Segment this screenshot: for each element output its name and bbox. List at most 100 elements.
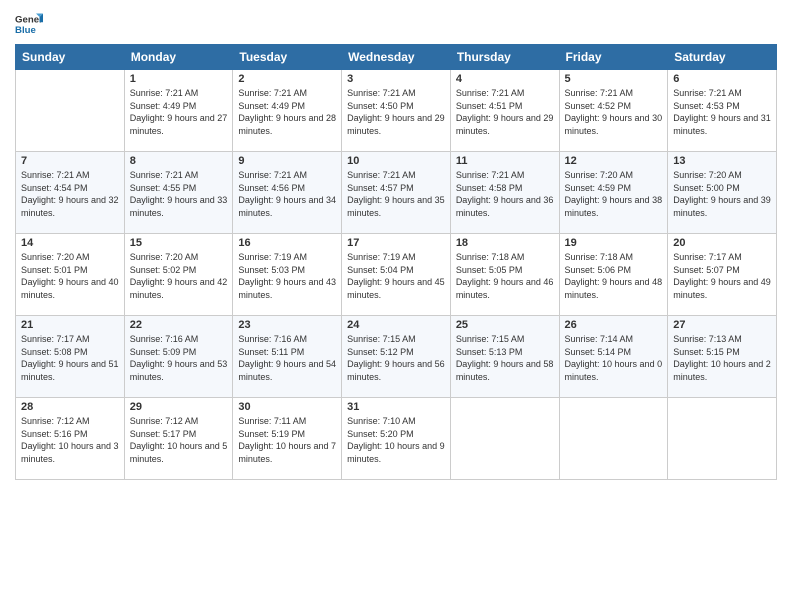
calendar-cell: 26Sunrise: 7:14 AMSunset: 5:14 PMDayligh… xyxy=(559,316,668,398)
day-info: Sunrise: 7:17 AMSunset: 5:07 PMDaylight:… xyxy=(673,251,771,301)
day-number: 20 xyxy=(673,237,771,249)
day-number: 26 xyxy=(565,319,663,331)
day-info: Sunrise: 7:20 AMSunset: 5:01 PMDaylight:… xyxy=(21,251,119,301)
day-number: 16 xyxy=(238,237,336,249)
day-number: 27 xyxy=(673,319,771,331)
day-info: Sunrise: 7:19 AMSunset: 5:04 PMDaylight:… xyxy=(347,251,445,301)
weekday-header-wednesday: Wednesday xyxy=(342,45,451,70)
calendar-cell: 17 Sunrise: 7:19 AMSunset: 5:04 PMDayligh… xyxy=(342,234,451,316)
calendar-cell: 25 Sunrise: 7:15 AMSunset: 5:13 PMDayligh… xyxy=(450,316,559,398)
day-number: 1 xyxy=(130,73,228,85)
day-info: Sunrise: 7:21 AMSunset: 4:50 PMDaylight:… xyxy=(347,87,445,137)
day-number: 2 xyxy=(238,73,336,85)
calendar-cell: 5 Sunrise: 7:21 AMSunset: 4:52 PMDaylight… xyxy=(559,70,668,152)
calendar-cell: 16 Sunrise: 7:19 AMSunset: 5:03 PMDayligh… xyxy=(233,234,342,316)
weekday-header-thursday: Thursday xyxy=(450,45,559,70)
day-number: 13 xyxy=(673,155,771,167)
day-number: 19 xyxy=(565,237,663,249)
day-info: Sunrise: 7:18 AMSunset: 5:05 PMDaylight:… xyxy=(456,251,554,301)
day-info: Sunrise: 7:21 AMSunset: 4:56 PMDaylight:… xyxy=(238,169,336,219)
calendar-cell: 7 Sunrise: 7:21 AMSunset: 4:54 PMDaylight… xyxy=(16,152,125,234)
day-number: 15 xyxy=(130,237,228,249)
calendar-cell: 14 Sunrise: 7:20 AMSunset: 5:01 PMDayligh… xyxy=(16,234,125,316)
calendar-cell: 29 Sunrise: 7:12 AMSunset: 5:17 PMDayligh… xyxy=(124,398,233,480)
day-info: Sunrise: 7:11 AMSunset: 5:19 PMDaylight:… xyxy=(238,415,336,465)
calendar-cell: 23 Sunrise: 7:16 AMSunset: 5:11 PMDayligh… xyxy=(233,316,342,398)
day-info: Sunrise: 7:21 AMSunset: 4:51 PMDaylight:… xyxy=(456,87,554,137)
day-info: Sunrise: 7:12 AMSunset: 5:16 PMDaylight:… xyxy=(21,415,119,465)
day-info: Sunrise: 7:17 AMSunset: 5:08 PMDaylight:… xyxy=(21,333,119,383)
day-info: Sunrise: 7:20 AMSunset: 5:02 PMDaylight:… xyxy=(130,251,228,301)
calendar-cell xyxy=(16,70,125,152)
header: General Blue xyxy=(15,10,777,38)
calendar-cell: 9 Sunrise: 7:21 AMSunset: 4:56 PMDaylight… xyxy=(233,152,342,234)
day-number: 10 xyxy=(347,155,445,167)
week-row-1: 1 Sunrise: 7:21 AMSunset: 4:49 PMDaylight… xyxy=(16,70,777,152)
day-number: 5 xyxy=(565,73,663,85)
day-number: 14 xyxy=(21,237,119,249)
calendar-cell: 13Sunrise: 7:20 AMSunset: 5:00 PMDayligh… xyxy=(668,152,777,234)
day-info: Sunrise: 7:12 AMSunset: 5:17 PMDaylight:… xyxy=(130,415,228,465)
logo: General Blue xyxy=(15,10,43,38)
day-number: 23 xyxy=(238,319,336,331)
day-info: Sunrise: 7:21 AMSunset: 4:57 PMDaylight:… xyxy=(347,169,445,219)
calendar-table: SundayMondayTuesdayWednesdayThursdayFrid… xyxy=(15,44,777,480)
day-number: 28 xyxy=(21,401,119,413)
day-number: 6 xyxy=(673,73,771,85)
day-number: 9 xyxy=(238,155,336,167)
calendar-cell: 3 Sunrise: 7:21 AMSunset: 4:50 PMDaylight… xyxy=(342,70,451,152)
calendar-cell: 8 Sunrise: 7:21 AMSunset: 4:55 PMDaylight… xyxy=(124,152,233,234)
day-number: 29 xyxy=(130,401,228,413)
week-row-4: 21 Sunrise: 7:17 AMSunset: 5:08 PMDayligh… xyxy=(16,316,777,398)
calendar-cell: 15 Sunrise: 7:20 AMSunset: 5:02 PMDayligh… xyxy=(124,234,233,316)
calendar-cell: 20 Sunrise: 7:17 AMSunset: 5:07 PMDayligh… xyxy=(668,234,777,316)
day-info: Sunrise: 7:19 AMSunset: 5:03 PMDaylight:… xyxy=(238,251,336,301)
day-info: Sunrise: 7:15 AMSunset: 5:12 PMDaylight:… xyxy=(347,333,445,383)
day-info: Sunrise: 7:21 AMSunset: 4:55 PMDaylight:… xyxy=(130,169,228,219)
calendar-cell: 30 Sunrise: 7:11 AMSunset: 5:19 PMDayligh… xyxy=(233,398,342,480)
day-number: 25 xyxy=(456,319,554,331)
week-row-2: 7 Sunrise: 7:21 AMSunset: 4:54 PMDaylight… xyxy=(16,152,777,234)
calendar-cell: 31 Sunrise: 7:10 AMSunset: 5:20 PMDayligh… xyxy=(342,398,451,480)
calendar-cell: 18Sunrise: 7:18 AMSunset: 5:05 PMDayligh… xyxy=(450,234,559,316)
day-info: Sunrise: 7:13 AMSunset: 5:15 PMDaylight:… xyxy=(673,333,771,383)
day-info: Sunrise: 7:21 AMSunset: 4:54 PMDaylight:… xyxy=(21,169,119,219)
calendar-cell: 12Sunrise: 7:20 AMSunset: 4:59 PMDayligh… xyxy=(559,152,668,234)
day-info: Sunrise: 7:16 AMSunset: 5:09 PMDaylight:… xyxy=(130,333,228,383)
day-info: Sunrise: 7:18 AMSunset: 5:06 PMDaylight:… xyxy=(565,251,663,301)
day-number: 4 xyxy=(456,73,554,85)
weekday-header-sunday: Sunday xyxy=(16,45,125,70)
day-number: 3 xyxy=(347,73,445,85)
day-info: Sunrise: 7:21 AMSunset: 4:53 PMDaylight:… xyxy=(673,87,771,137)
weekday-header-friday: Friday xyxy=(559,45,668,70)
calendar-cell: 28 Sunrise: 7:12 AMSunset: 5:16 PMDayligh… xyxy=(16,398,125,480)
calendar-cell: 4 Sunrise: 7:21 AMSunset: 4:51 PMDaylight… xyxy=(450,70,559,152)
day-info: Sunrise: 7:15 AMSunset: 5:13 PMDaylight:… xyxy=(456,333,554,383)
calendar-cell: 19 Sunrise: 7:18 AMSunset: 5:06 PMDayligh… xyxy=(559,234,668,316)
day-number: 21 xyxy=(21,319,119,331)
day-number: 30 xyxy=(238,401,336,413)
calendar-cell xyxy=(559,398,668,480)
week-row-5: 28 Sunrise: 7:12 AMSunset: 5:16 PMDayligh… xyxy=(16,398,777,480)
weekday-header-row: SundayMondayTuesdayWednesdayThursdayFrid… xyxy=(16,45,777,70)
day-number: 24 xyxy=(347,319,445,331)
day-number: 31 xyxy=(347,401,445,413)
calendar-cell xyxy=(450,398,559,480)
calendar-cell: 2 Sunrise: 7:21 AMSunset: 4:49 PMDaylight… xyxy=(233,70,342,152)
day-info: Sunrise: 7:21 AMSunset: 4:52 PMDaylight:… xyxy=(565,87,663,137)
day-number: 22 xyxy=(130,319,228,331)
day-info: Sunrise: 7:16 AMSunset: 5:11 PMDaylight:… xyxy=(238,333,336,383)
calendar-cell: 27 Sunrise: 7:13 AMSunset: 5:15 PMDayligh… xyxy=(668,316,777,398)
day-number: 8 xyxy=(130,155,228,167)
day-info: Sunrise: 7:21 AMSunset: 4:49 PMDaylight:… xyxy=(130,87,228,137)
day-info: Sunrise: 7:21 AMSunset: 4:49 PMDaylight:… xyxy=(238,87,336,137)
weekday-header-monday: Monday xyxy=(124,45,233,70)
day-number: 17 xyxy=(347,237,445,249)
calendar-cell: 1 Sunrise: 7:21 AMSunset: 4:49 PMDaylight… xyxy=(124,70,233,152)
logo-icon: General Blue xyxy=(15,10,43,38)
day-number: 7 xyxy=(21,155,119,167)
day-info: Sunrise: 7:21 AMSunset: 4:58 PMDaylight:… xyxy=(456,169,554,219)
calendar-cell: 6 Sunrise: 7:21 AMSunset: 4:53 PMDaylight… xyxy=(668,70,777,152)
day-info: Sunrise: 7:10 AMSunset: 5:20 PMDaylight:… xyxy=(347,415,445,465)
calendar-cell xyxy=(668,398,777,480)
